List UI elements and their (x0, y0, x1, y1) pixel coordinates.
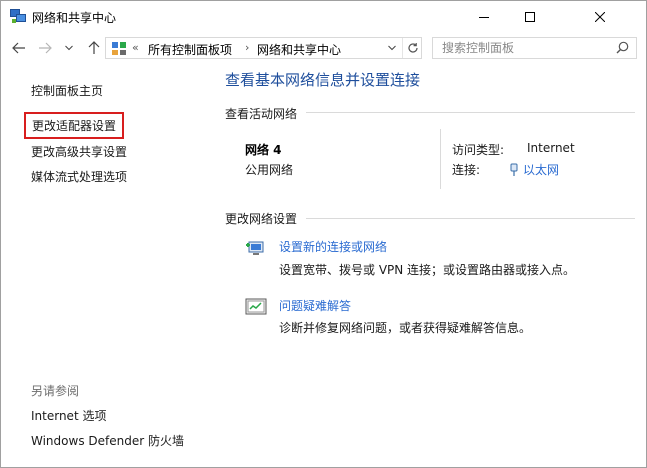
search-input[interactable] (433, 38, 622, 58)
search-box[interactable] (432, 37, 637, 59)
back-button[interactable] (9, 38, 29, 58)
arrow-up-icon (88, 41, 100, 54)
see-also-heading: 另请参阅 (31, 384, 80, 398)
chevron-down-icon (387, 45, 396, 51)
ethernet-connection-link[interactable]: 以太网 (509, 161, 559, 178)
network-info-divider (440, 129, 441, 189)
troubleshoot-problems-link[interactable]: 问题疑难解答 (279, 297, 351, 314)
address-dropdown-button[interactable] (383, 38, 400, 58)
maximize-button[interactable] (507, 1, 553, 32)
minimize-icon (479, 16, 489, 18)
sidebar-item-change-adapter-settings[interactable]: 更改适配器设置 (24, 112, 125, 139)
ethernet-connection-label[interactable]: 以太网 (523, 161, 559, 178)
chevron-down-icon (65, 45, 73, 51)
minimize-button[interactable] (461, 1, 507, 32)
forward-button[interactable] (35, 38, 55, 58)
network-setup-icon (246, 241, 264, 255)
breadcrumb-network-sharing-center[interactable]: 网络和共享中心 (257, 41, 341, 58)
sidebar-item-advanced-sharing-settings[interactable]: 更改高级共享设置 (31, 143, 127, 160)
sidebar-item-control-panel-home[interactable]: 控制面板主页 (31, 82, 103, 99)
refresh-button[interactable] (402, 38, 423, 58)
network-sharing-center-window: 网络和共享中心 « 所有控制面板项 › 网络和共享中心 搜索控制面板 控制面板主… (0, 0, 647, 468)
troubleshoot-icon (245, 298, 267, 315)
search-icon[interactable] (616, 41, 629, 54)
change-settings-divider (306, 218, 635, 219)
troubleshoot-problems-description: 诊断并修复网络问题，或者获得疑难解答信息。 (279, 321, 532, 335)
breadcrumb-separator[interactable]: › (245, 41, 249, 54)
setup-new-connection-link[interactable]: 设置新的连接或网络 (279, 238, 387, 255)
setup-new-connection-description: 设置宽带、拨号或 VPN 连接；或设置路由器或接入点。 (279, 263, 576, 277)
access-type-value: Internet (527, 141, 575, 155)
access-type-label: 访问类型: (452, 143, 505, 157)
ethernet-icon (510, 163, 518, 176)
breadcrumb-overflow[interactable]: « (132, 41, 139, 54)
active-networks-divider (306, 112, 635, 113)
sidebar-item-media-streaming-options[interactable]: 媒体流式处理选项 (31, 168, 127, 185)
breadcrumb-all-control-panel-items[interactable]: 所有控制面板项 (148, 41, 232, 58)
title-bar: 网络和共享中心 (1, 1, 646, 32)
active-networks-heading: 查看活动网络 (225, 107, 298, 121)
arrow-left-icon (12, 42, 25, 54)
arrow-right-icon (39, 42, 52, 54)
recent-locations-button[interactable] (59, 38, 79, 58)
address-bar[interactable]: « 所有控制面板项 › 网络和共享中心 (105, 37, 422, 59)
network-center-app-icon (10, 9, 26, 23)
close-icon (594, 11, 605, 22)
close-button[interactable] (553, 1, 646, 32)
control-panel-icon (112, 42, 126, 55)
network-name: 网络 4 (245, 143, 282, 157)
up-button[interactable] (84, 38, 104, 58)
navigation-bar: « 所有控制面板项 › 网络和共享中心 (1, 32, 646, 64)
change-network-settings-heading: 更改网络设置 (225, 212, 298, 226)
window-title: 网络和共享中心 (32, 11, 117, 25)
sidebar-item-internet-options[interactable]: Internet 选项 (31, 407, 106, 424)
maximize-icon (525, 11, 535, 22)
connection-label: 连接: (452, 163, 481, 177)
page-title: 查看基本网络信息并设置连接 (225, 71, 421, 89)
sidebar-item-windows-defender-firewall[interactable]: Windows Defender 防火墙 (31, 432, 184, 449)
refresh-icon (408, 43, 418, 53)
network-category: 公用网络 (245, 163, 294, 177)
